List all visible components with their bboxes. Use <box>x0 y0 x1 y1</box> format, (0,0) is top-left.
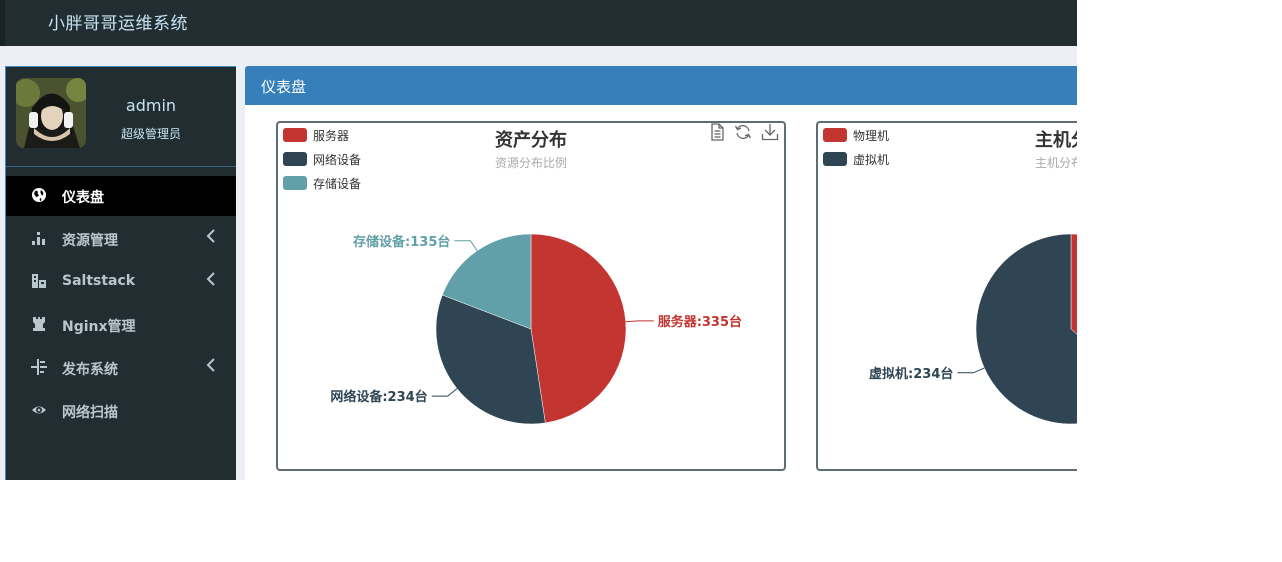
legend-swatch <box>283 152 307 166</box>
sidebar: admin 超级管理员 仪表盘 资源管理 Saltstack Nginx管理 发… <box>5 66 236 480</box>
sidebar-divider <box>6 166 236 167</box>
asset-distribution-chart: 服务器:335台网络设备:234台 存储设备:135台 服务器 网络设备 存储设备… <box>276 121 786 471</box>
legend-label: 虚拟机 <box>853 153 890 167</box>
panel-title: 仪表盘 <box>261 78 307 96</box>
tree-icon <box>31 359 47 375</box>
chevron-left-icon[interactable] <box>205 272 217 286</box>
avatar[interactable] <box>16 78 86 148</box>
chart-subtitle: 资源分布比例 <box>495 156 568 170</box>
pie-slice[interactable] <box>530 233 627 424</box>
chevron-left-icon[interactable] <box>205 358 217 372</box>
pie-canvas: 虚拟机:234台 <box>869 233 1077 425</box>
data-view-icon[interactable] <box>708 123 726 141</box>
globe-icon <box>32 188 46 202</box>
sidebar-item-label: Nginx管理 <box>62 319 136 335</box>
pie-data-label: 虚拟机:234台 <box>869 366 953 382</box>
app-window: 小胖哥哥运维系统 admin 超级管理员 仪表盘 资源管理 Saltstack … <box>0 0 1077 480</box>
sidebar-item-resource-management[interactable]: 资源管理 <box>6 219 236 259</box>
legend-label: 存储设备 <box>313 177 362 191</box>
pie-slice[interactable] <box>975 233 1077 425</box>
save-image-icon[interactable] <box>761 123 779 141</box>
building-icon <box>32 274 46 288</box>
sidebar-item-label: Saltstack <box>62 273 136 289</box>
legend-label: 物理机 <box>853 129 890 143</box>
refresh-icon[interactable] <box>734 123 752 141</box>
label-leader-line <box>625 320 654 323</box>
avatar-image <box>16 78 86 148</box>
bar-chart-icon <box>32 232 45 245</box>
user-name: admin <box>125 96 177 115</box>
chart-title: 资产分布 <box>495 130 567 151</box>
sidebar-item-saltstack[interactable]: Saltstack <box>6 262 236 302</box>
user-role: 超级管理员 <box>120 127 181 141</box>
label-leader-line <box>957 367 985 374</box>
legend-swatch <box>823 128 847 142</box>
sidebar-item-label: 网络扫描 <box>62 405 118 421</box>
app-title[interactable]: 小胖哥哥运维系统 <box>48 9 188 34</box>
pie-data-label: 网络设备:234台 <box>330 389 427 405</box>
chevron-left-icon[interactable] <box>205 229 217 243</box>
sidebar-item-release-system[interactable]: 发布系统 <box>6 348 236 388</box>
chart-title: 主机分 <box>1035 130 1077 151</box>
legend-label: 网络设备 <box>313 153 362 167</box>
sidebar-item-nginx[interactable]: Nginx管理 <box>6 305 236 345</box>
top-navbar: 小胖哥哥运维系统 <box>0 0 1077 46</box>
legend-swatch <box>283 128 307 142</box>
sidebar-item-network-scan[interactable]: 网络扫描 <box>6 391 236 431</box>
panel-header: 仪表盘 <box>245 66 1077 105</box>
sidebar-item-dashboard[interactable]: 仪表盘 <box>6 176 236 216</box>
legend-label: 服务器 <box>313 129 350 143</box>
sidebar-item-label: 仪表盘 <box>62 190 104 206</box>
host-distribution-chart: 虚拟机:234台 物理机 虚拟机 主机分 主机分布 <box>816 121 1077 471</box>
rook-icon <box>33 317 45 331</box>
pie-data-label: 存储设备:135台 <box>353 234 450 250</box>
pie-data-label: 服务器:335台 <box>658 314 742 330</box>
legend-swatch <box>823 152 847 166</box>
legend-swatch <box>283 176 307 190</box>
sidebar-item-label: 发布系统 <box>62 362 118 378</box>
label-leader-line <box>431 388 458 397</box>
sidebar-item-label: 资源管理 <box>62 233 118 249</box>
eye-icon <box>32 406 46 414</box>
label-leader-line <box>454 240 478 251</box>
chart-subtitle: 主机分布 <box>1035 156 1077 170</box>
navbar-edge <box>0 0 5 46</box>
